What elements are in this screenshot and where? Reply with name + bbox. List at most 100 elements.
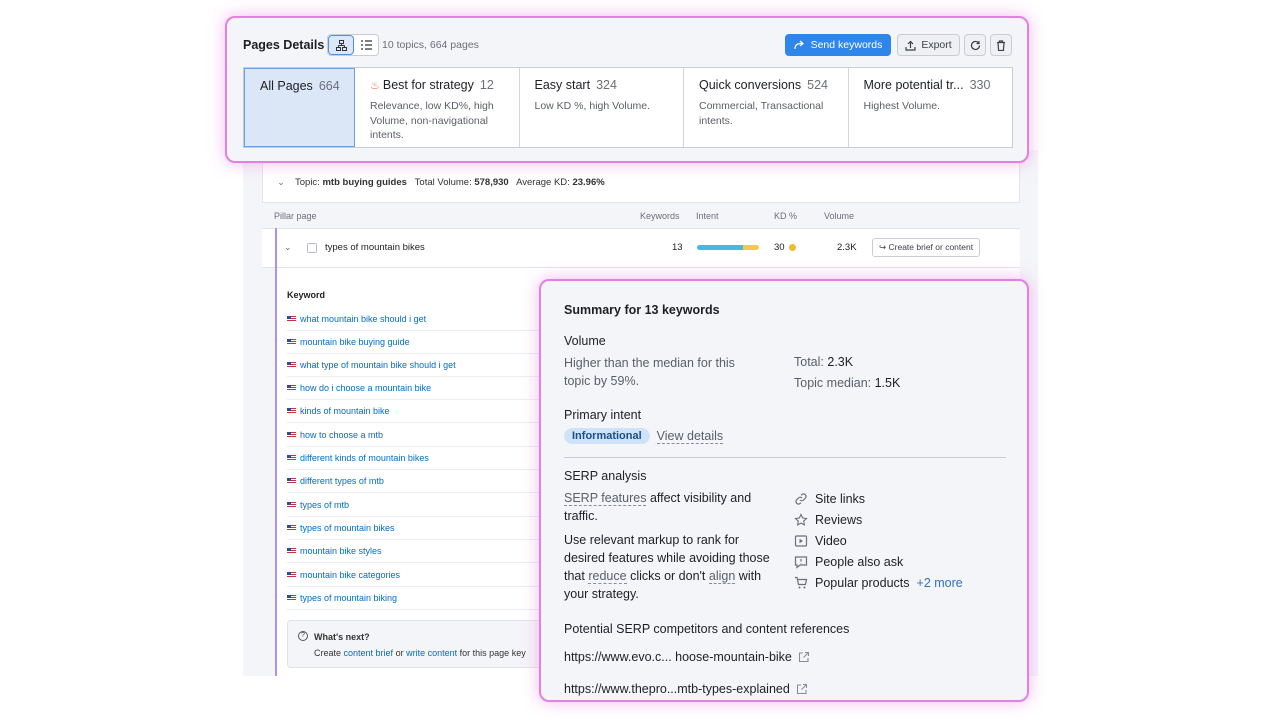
col-pillar: Pillar page	[274, 211, 317, 221]
tab-more-potential[interactable]: More potential tr... 330 Highest Volume.	[849, 68, 1013, 147]
list-item[interactable]: types of mtb	[287, 494, 547, 517]
whats-next-text: Create content brief or write content fo…	[314, 648, 526, 658]
intent-heading: Primary intent	[564, 408, 642, 422]
topic-median: Topic median: 1.5K	[794, 376, 901, 390]
us-flag-icon	[287, 455, 296, 461]
feature-popular-products: Popular products +2 more	[794, 572, 963, 593]
fire-icon: ♨	[370, 80, 380, 92]
send-keywords-button[interactable]: Send keywords	[785, 34, 891, 56]
question-icon	[794, 555, 808, 569]
feature-video: Video	[794, 530, 963, 551]
create-brief-button[interactable]: ↪ Create brief or content	[872, 238, 981, 257]
share-arrow-icon: ↪	[879, 242, 887, 252]
tab-all-pages[interactable]: All Pages 664	[244, 68, 355, 147]
pillar-name[interactable]: types of mountain bikes	[325, 242, 425, 253]
trash-icon	[997, 39, 1005, 51]
us-flag-icon	[287, 595, 296, 601]
us-flag-icon	[287, 478, 296, 484]
us-flag-icon	[287, 572, 296, 578]
tab-best-for-strategy[interactable]: ♨ Best for strategy 12 Relevance, low KD%,…	[355, 68, 520, 147]
competitors-heading: Potential SERP competitors and content r…	[564, 622, 850, 636]
whats-next-title: What's next?	[314, 632, 370, 642]
divider	[564, 457, 1006, 458]
refresh-icon	[970, 40, 980, 50]
list-item[interactable]: different types of mtb	[287, 470, 547, 493]
topic-info: Topic: mtb buying guides Total Volume: 5…	[295, 177, 605, 188]
us-flag-icon	[287, 525, 296, 531]
us-flag-icon	[287, 385, 296, 391]
volume-text: Higher than the median for this topic by…	[564, 356, 735, 388]
competitor-url[interactable]: https://www.evo.c... hoose-mountain-bike	[564, 650, 810, 664]
pillar-keywords: 13	[672, 242, 683, 253]
external-link-icon	[798, 651, 809, 663]
list-item[interactable]: what type of mountain bike should i get	[287, 354, 547, 377]
cart-icon	[795, 576, 808, 588]
summary-title: Summary for 13 keywords	[564, 303, 720, 317]
question-icon: ?	[298, 631, 308, 641]
us-flag-icon	[287, 548, 296, 554]
feature-reviews: Reviews	[794, 509, 963, 530]
segment-tabs: All Pages 664 ♨ Best for strategy 12 Releva…	[243, 67, 1013, 148]
list-item[interactable]: how do i choose a mountain bike	[287, 377, 547, 400]
topic-bar[interactable]: ⌄ Topic: mtb buying guides Total Volume:…	[262, 162, 1020, 202]
competitor-url[interactable]: https://www.thepro...mtb-types-explained	[564, 682, 808, 696]
view-details-link[interactable]: View details	[656, 429, 724, 444]
list-view-icon[interactable]	[354, 35, 378, 55]
list-item[interactable]: mountain bike styles	[287, 540, 547, 563]
us-flag-icon	[287, 316, 296, 322]
pillar-row[interactable]: ⌄ types of mountain bikes 13 30 2.3K ↪ C…	[262, 228, 1020, 268]
us-flag-icon	[287, 432, 296, 438]
upload-icon	[905, 40, 916, 51]
total-volume: Total: 2.3K	[794, 355, 854, 369]
feature-people-also-ask: People also ask	[794, 551, 963, 572]
list-item[interactable]: what mountain bike should i get	[287, 308, 547, 331]
video-icon	[794, 534, 808, 547]
col-keywords: Keywords	[640, 211, 680, 221]
serp-features-link[interactable]: SERP features	[564, 491, 647, 506]
kd-dot	[789, 244, 796, 251]
list-item[interactable]: types of mountain biking	[287, 587, 547, 610]
share-arrow-icon	[793, 40, 804, 50]
keyword-header: Keyword	[287, 290, 326, 300]
list-item[interactable]: different kinds of mountain bikes	[287, 447, 547, 470]
pillar-volume: 2.3K	[837, 242, 857, 253]
content-brief-link[interactable]: content brief	[344, 648, 394, 658]
tab-quick-conversions[interactable]: Quick conversions 524 Commercial, Transac…	[684, 68, 849, 147]
col-kd: KD %	[774, 211, 798, 221]
export-button[interactable]: Export	[897, 34, 960, 56]
intent-bar	[697, 245, 759, 250]
keyword-summary-popover: Summary for 13 keywords Volume Higher th…	[539, 279, 1029, 702]
list-item[interactable]: mountain bike categories	[287, 564, 547, 587]
more-features-link[interactable]: +2 more	[917, 576, 963, 590]
volume-heading: Volume	[564, 334, 606, 348]
refresh-button[interactable]	[964, 34, 986, 56]
star-icon	[794, 512, 808, 526]
us-flag-icon	[287, 502, 296, 508]
serp-advice: Use relevant markup to rank for desired …	[564, 533, 770, 601]
intent-badge: Informational	[564, 428, 650, 444]
chevron-down-icon[interactable]: ⌄	[284, 242, 292, 253]
column-headers: Pillar page Keywords Intent KD % Volume	[262, 202, 1020, 228]
list-item[interactable]: types of mountain bikes	[287, 517, 547, 540]
delete-button[interactable]	[990, 34, 1012, 56]
tree-view-icon[interactable]	[328, 35, 354, 55]
write-content-link[interactable]: write content	[406, 648, 457, 658]
whats-next-box: ? What's next? Create content brief or w…	[287, 620, 547, 668]
align-link[interactable]: align	[708, 569, 736, 584]
link-icon	[795, 492, 807, 505]
feature-site-links: Site links	[794, 488, 963, 509]
reduce-link[interactable]: reduce	[588, 569, 627, 584]
page-title: Pages Details	[243, 38, 325, 52]
chevron-down-icon[interactable]: ⌄	[275, 177, 287, 188]
topics-count: 10 topics, 664 pages	[382, 39, 479, 51]
row-checkbox[interactable]	[307, 243, 317, 253]
col-volume: Volume	[824, 211, 855, 221]
list-item[interactable]: mountain bike buying guide	[287, 331, 547, 354]
tab-easy-start[interactable]: Easy start 324 Low KD %, high Volume.	[520, 68, 684, 147]
list-item[interactable]: how to choose a mtb	[287, 424, 547, 447]
us-flag-icon	[287, 339, 296, 345]
view-toggle[interactable]	[327, 34, 379, 56]
list-item[interactable]: kinds of mountain bike	[287, 400, 547, 423]
us-flag-icon	[287, 408, 296, 414]
external-link-icon	[796, 683, 807, 695]
